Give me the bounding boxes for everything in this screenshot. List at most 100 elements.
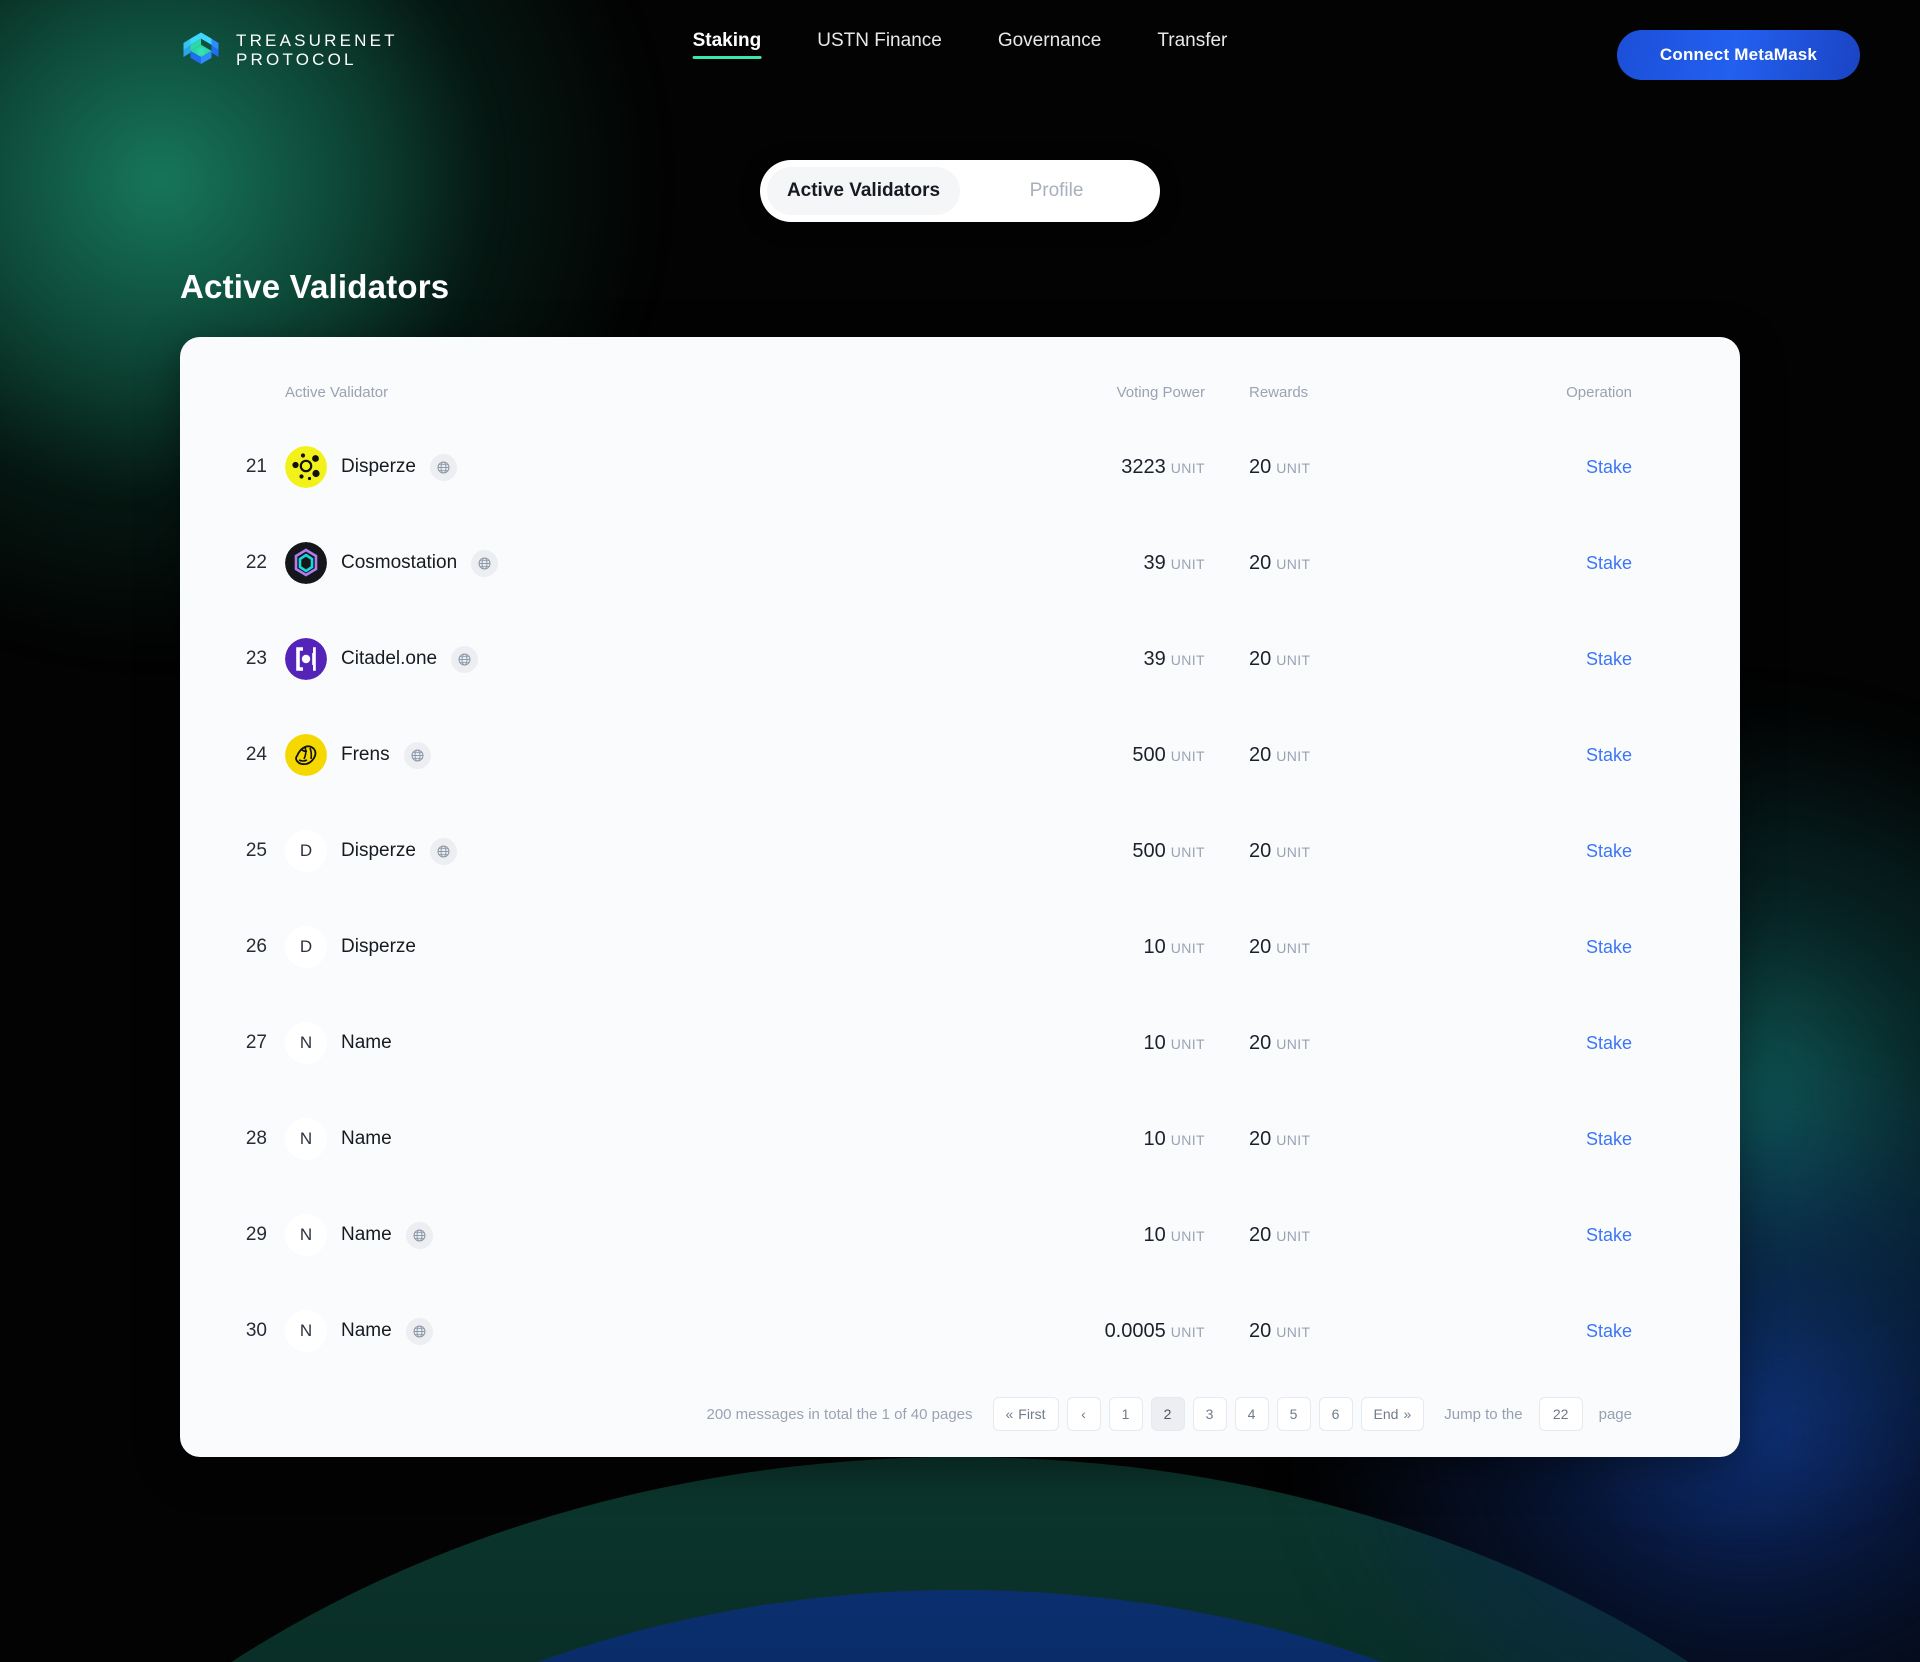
pagination-page-4[interactable]: 4 (1234, 1397, 1269, 1431)
voting-power-unit: UNIT (1170, 1035, 1205, 1052)
table-body: 21 Disperze 3223 UNIT 20 UNIT Stake 22 Cosmostat… (180, 419, 1740, 1379)
treasurenet-logo-icon (183, 32, 219, 64)
nav-item-ustn-finance[interactable]: USTN Finance (817, 30, 942, 59)
pagination-page-2[interactable]: 2 (1150, 1397, 1185, 1431)
background-arc-blue (0, 1590, 1920, 1662)
rewards-cell: 20 UNIT (1205, 1320, 1505, 1343)
avatar-initial: N (299, 1225, 313, 1244)
rewards-unit: UNIT (1276, 747, 1311, 764)
nav-item-staking[interactable]: Staking (692, 30, 761, 59)
validator-name: Disperze (341, 456, 416, 477)
table-row: 23 Citadel.one 39 UNIT 20 UNIT Stake (180, 611, 1740, 707)
rewards-cell: 20 UNIT (1205, 1032, 1505, 1055)
table-row: 22 Cosmostation 39 UNIT 20 UNIT Stake (180, 515, 1740, 611)
pagination-end-button[interactable]: End » (1360, 1397, 1425, 1431)
globe-icon[interactable] (471, 549, 499, 577)
stake-button[interactable]: Stake (1586, 1129, 1632, 1149)
stake-button[interactable]: Stake (1586, 649, 1632, 669)
voting-power-cell: 10 UNIT (845, 936, 1205, 959)
rewards-cell: 20 UNIT (1205, 840, 1505, 863)
voting-power-unit: UNIT (1170, 843, 1205, 860)
voting-power-value: 39 (1143, 647, 1166, 670)
stake-button[interactable]: Stake (1586, 553, 1632, 573)
voting-power-cell: 500 UNIT (845, 840, 1205, 863)
toggle-option-active-validators[interactable]: Active Validators (767, 167, 960, 215)
stake-button[interactable]: Stake (1586, 1321, 1632, 1341)
rewards-cell: 20 UNIT (1205, 936, 1505, 959)
globe-icon[interactable] (429, 453, 457, 481)
table-row: 28 N Name 10 UNIT 20 UNIT Stake (180, 1091, 1740, 1187)
globe-icon[interactable] (451, 645, 479, 673)
validator-name: Disperze (341, 936, 416, 957)
validator-name: Name (341, 1128, 392, 1149)
rewards-value: 20 (1249, 935, 1272, 958)
nav-item-transfer[interactable]: Transfer (1157, 30, 1227, 59)
row-index: 23 (245, 648, 267, 669)
table-row: 27 N Name 10 UNIT 20 UNIT Stake (180, 995, 1740, 1091)
pagination-jump-input[interactable] (1538, 1397, 1583, 1431)
pagination-page-3[interactable]: 3 (1192, 1397, 1227, 1431)
avatar-initial: N (299, 1321, 313, 1340)
voting-power-value: 10 (1143, 1031, 1166, 1054)
row-index: 28 (245, 1128, 267, 1149)
pagination-page-6[interactable]: 6 (1318, 1397, 1353, 1431)
globe-icon[interactable] (405, 1317, 433, 1345)
brand-logo[interactable]: TREASURENET PROTOCOL (180, 29, 398, 71)
pagination-page-5[interactable]: 5 (1276, 1397, 1311, 1431)
stake-button[interactable]: Stake (1586, 937, 1632, 957)
disperze-avatar-icon (285, 446, 327, 488)
pagination-page-1[interactable]: 1 (1108, 1397, 1143, 1431)
pagination: 200 messages in total the 1 of 40 pages … (180, 1379, 1740, 1431)
nav-item-governance[interactable]: Governance (998, 30, 1102, 59)
row-index: 29 (245, 1224, 267, 1245)
view-toggle: Active Validators Profile (760, 160, 1160, 222)
rewards-value: 20 (1249, 455, 1272, 478)
validator-avatar (285, 638, 327, 680)
validator-name: Name (341, 1320, 392, 1341)
voting-power-unit: UNIT (1170, 1323, 1205, 1340)
voting-power-cell: 39 UNIT (845, 648, 1205, 671)
voting-power-value: 500 (1132, 743, 1166, 766)
pagination-first-button[interactable]: « First (992, 1397, 1059, 1431)
main-nav: Staking USTN Finance Governance Transfer (692, 30, 1227, 59)
table-row: 25 D Disperze 500 UNIT 20 UNIT Stake (180, 803, 1740, 899)
stake-button[interactable]: Stake (1586, 457, 1632, 477)
toggle-option-profile[interactable]: Profile (960, 167, 1153, 215)
voting-power-unit: UNIT (1170, 1131, 1205, 1148)
double-chevron-left-icon: « (1005, 1406, 1014, 1422)
rewards-cell: 20 UNIT (1205, 456, 1505, 479)
header-active-validator: Active Validator (285, 383, 389, 401)
connect-metamask-button[interactable]: Connect MetaMask (1617, 30, 1860, 80)
globe-icon[interactable] (403, 741, 431, 769)
rewards-value: 20 (1249, 647, 1272, 670)
rewards-unit: UNIT (1276, 1227, 1311, 1244)
avatar-initial: N (299, 1033, 313, 1052)
rewards-unit: UNIT (1276, 1035, 1311, 1052)
site-header: TREASURENET PROTOCOL Staking USTN Financ… (0, 0, 1920, 100)
voting-power-value: 0.0005 (1104, 1319, 1166, 1342)
pagination-pages: 123456 (1108, 1397, 1353, 1431)
rewards-cell: 20 UNIT (1205, 648, 1505, 671)
voting-power-value: 500 (1132, 839, 1166, 862)
pagination-first-label: First (1018, 1406, 1046, 1422)
stake-button[interactable]: Stake (1586, 745, 1632, 765)
stake-button[interactable]: Stake (1586, 1033, 1632, 1053)
voting-power-value: 39 (1143, 551, 1166, 574)
stake-button[interactable]: Stake (1586, 841, 1632, 861)
voting-power-cell: 500 UNIT (845, 744, 1205, 767)
row-index: 30 (245, 1320, 267, 1341)
rewards-unit: UNIT (1276, 843, 1311, 860)
rewards-value: 20 (1249, 1319, 1272, 1342)
pagination-prev-button[interactable]: ‹ (1066, 1397, 1101, 1431)
validators-table: Active Validator Voting Power Rewards Op… (180, 365, 1740, 1379)
voting-power-cell: 10 UNIT (845, 1032, 1205, 1055)
globe-icon[interactable] (405, 1221, 433, 1249)
table-header-row: Active Validator Voting Power Rewards Op… (180, 365, 1740, 419)
globe-icon[interactable] (429, 837, 457, 865)
validator-name: Cosmostation (341, 552, 458, 573)
rewards-unit: UNIT (1276, 1323, 1311, 1340)
voting-power-unit: UNIT (1170, 459, 1205, 476)
validator-avatar (285, 734, 327, 776)
header-rewards: Rewards (1249, 383, 1309, 401)
stake-button[interactable]: Stake (1586, 1225, 1632, 1245)
